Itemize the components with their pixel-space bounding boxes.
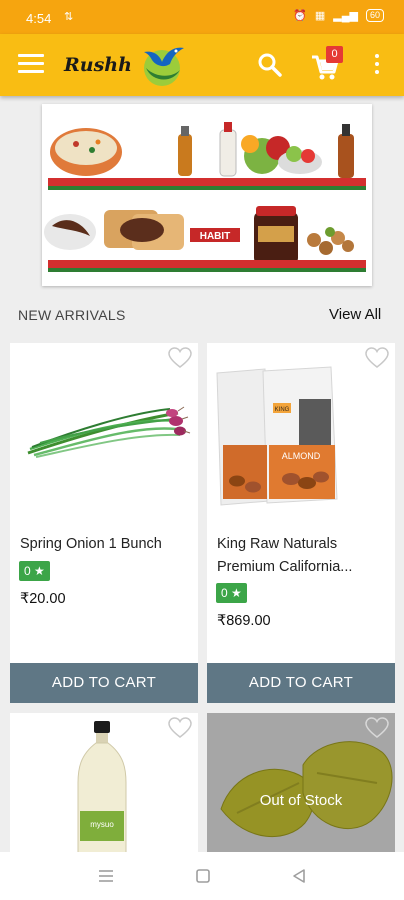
more-options-icon[interactable] [370, 52, 384, 78]
product-image[interactable] [10, 343, 198, 523]
brand-logo-text: Rushh [64, 54, 132, 76]
package-brand-label: KING [275, 407, 290, 413]
battery-icon: 60 [365, 9, 384, 22]
view-all-link[interactable]: View All [329, 306, 381, 323]
banner-brand-label: HABIT [200, 231, 231, 242]
status-icons: ⏰ ▦ ▂▄▆ 60 [293, 9, 384, 22]
status-bar: 4:54 ⇅ ⏰ ▦ ▂▄▆ 60 [0, 0, 404, 34]
alarm-icon: ⏰ [293, 10, 307, 22]
product-card[interactable]: KING ALMOND King Raw Naturals Premium Ca… [207, 343, 395, 703]
status-time: 4:54 [26, 11, 52, 26]
bird-logo-icon [144, 47, 184, 86]
product-price: ₹869.00 [217, 613, 271, 629]
network-signal-icon: ▂▄▆ [333, 10, 358, 22]
cart-count-badge: 0 [326, 46, 343, 63]
bottle-label: mysuo [90, 820, 114, 829]
product-card[interactable]: mysuo [10, 713, 198, 852]
add-to-cart-button[interactable]: ADD TO CART [207, 663, 395, 703]
app-bar: Rushh 0 [0, 34, 404, 96]
search-icon[interactable] [256, 51, 284, 79]
system-navigation-bar [0, 852, 404, 900]
brand-logo[interactable]: Rushh [62, 40, 188, 90]
home-icon[interactable] [194, 867, 212, 890]
rating-badge: 0 ★ [216, 583, 247, 603]
signal-sync-icon: ⇅ [64, 11, 74, 23]
wishlist-heart-icon[interactable] [365, 347, 389, 369]
product-image[interactable]: KING ALMOND [207, 343, 395, 523]
cart-icon[interactable]: 0 [310, 46, 344, 82]
product-name[interactable]: King Raw Naturals Premium California... [217, 533, 389, 579]
data-icon: ▦ [314, 10, 326, 22]
package-product-label: ALMOND [282, 451, 321, 461]
promo-banner[interactable]: HABIT [42, 104, 372, 286]
wishlist-heart-icon[interactable] [365, 717, 389, 739]
recent-apps-icon[interactable] [97, 867, 115, 890]
product-card[interactable]: Out of Stock [207, 713, 395, 852]
section-title: NEW ARRIVALS [18, 307, 126, 323]
add-to-cart-button[interactable]: ADD TO CART [10, 663, 198, 703]
back-icon[interactable] [290, 867, 308, 890]
rating-badge: 0 ★ [19, 561, 50, 581]
product-card[interactable]: Spring Onion 1 Bunch 0 ★ ₹20.00 ADD TO C… [10, 343, 198, 703]
product-name[interactable]: Spring Onion 1 Bunch [20, 533, 192, 556]
wishlist-heart-icon[interactable] [168, 717, 192, 739]
wishlist-heart-icon[interactable] [168, 347, 192, 369]
product-price: ₹20.00 [20, 591, 66, 607]
menu-icon[interactable] [18, 54, 44, 76]
